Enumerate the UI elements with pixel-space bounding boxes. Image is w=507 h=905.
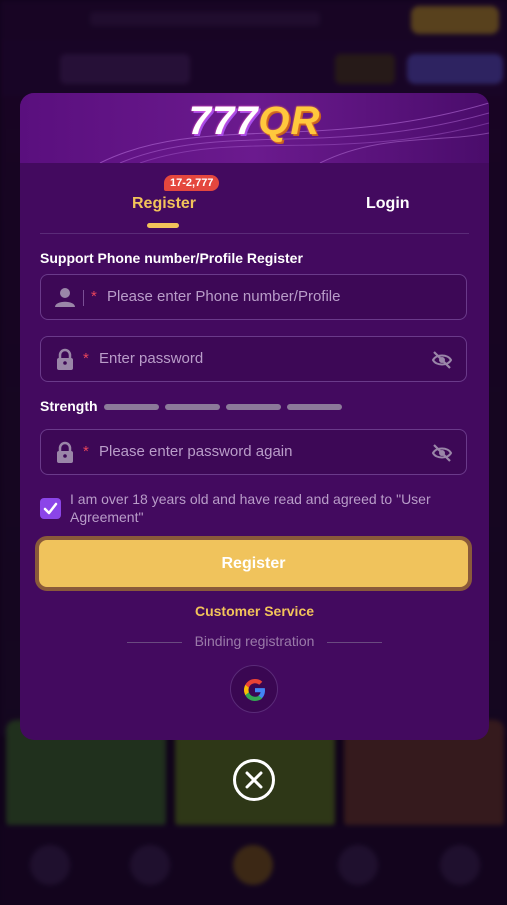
register-button[interactable]: Register	[35, 536, 472, 591]
active-tab-indicator	[147, 223, 179, 228]
google-login-button[interactable]	[230, 665, 278, 713]
tab-register[interactable]: Register 17-2,777	[112, 175, 220, 233]
agreement-checkbox[interactable]	[40, 498, 61, 519]
required-mark: *	[83, 350, 89, 367]
tab-login[interactable]: Login	[340, 183, 430, 233]
customer-service-link[interactable]: Customer Service	[20, 603, 489, 619]
confirm-password-placeholder: Please enter password again	[99, 443, 293, 460]
strength-bar	[104, 404, 159, 410]
field-separator	[83, 290, 84, 306]
eye-off-icon[interactable]	[431, 349, 453, 371]
confirm-password-field[interactable]: * Please enter password again	[40, 429, 467, 475]
required-mark: *	[83, 443, 89, 460]
tab-login-label: Login	[366, 195, 410, 212]
user-icon	[54, 286, 76, 308]
password-field[interactable]: * Enter password	[40, 336, 467, 382]
register-badge: 17-2,777	[164, 175, 220, 191]
eye-off-icon[interactable]	[431, 442, 453, 464]
agreement-row: I am over 18 years old and have read and…	[40, 490, 470, 530]
brand-banner: 777QR	[20, 93, 489, 163]
divider-line	[327, 642, 382, 643]
register-modal: 777QR Register 17-2,777 Login Support Ph…	[20, 93, 489, 740]
brand-logo-part1: 777	[188, 99, 259, 143]
brand-logo: 777QR	[20, 99, 489, 144]
required-mark: *	[91, 288, 97, 305]
strength-label: Strength	[40, 398, 98, 414]
auth-tabs: Register 17-2,777 Login	[40, 175, 469, 234]
check-icon	[43, 502, 58, 515]
brand-logo-part2: QR	[258, 99, 321, 143]
password-placeholder: Enter password	[99, 350, 204, 367]
agreement-text: I am over 18 years old and have read and…	[70, 491, 431, 525]
phone-placeholder: Please enter Phone number/Profile	[107, 288, 341, 305]
google-icon	[244, 679, 265, 701]
strength-bar	[287, 404, 342, 410]
phone-field[interactable]: * Please enter Phone number/Profile	[40, 274, 467, 320]
close-button[interactable]	[233, 759, 275, 801]
strength-bar	[165, 404, 220, 410]
close-icon	[245, 771, 263, 789]
binding-registration-label: Binding registration	[194, 633, 315, 649]
lock-icon	[54, 348, 76, 370]
strength-bar	[226, 404, 281, 410]
tab-register-label: Register	[132, 195, 197, 212]
lock-icon	[54, 441, 76, 463]
section-title: Support Phone number/Profile Register	[40, 250, 303, 266]
binding-registration-divider: Binding registration	[127, 633, 382, 653]
password-strength: Strength	[40, 396, 470, 416]
